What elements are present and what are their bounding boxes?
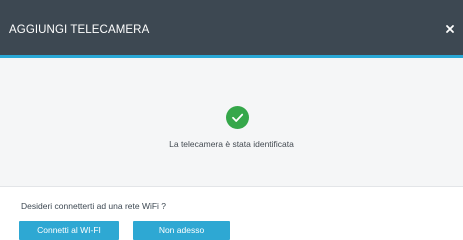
connect-wifi-button[interactable]: Connetti al WI-FI — [19, 221, 119, 240]
close-button[interactable] — [444, 23, 456, 35]
dialog-title: AGGIUNGI TELECAMERA — [9, 24, 150, 36]
close-icon — [446, 25, 454, 33]
check-circle-icon — [226, 106, 249, 129]
wifi-question: Desideri connetterti ad una rete WiFi ? — [21, 201, 167, 211]
identification-panel: La telecamera è stata identificata — [0, 58, 463, 187]
add-camera-dialog: AGGIUNGI TELECAMERA La telecamera è stat… — [0, 0, 463, 240]
dialog-header: AGGIUNGI TELECAMERA — [0, 0, 463, 58]
identified-message: La telecamera è stata identificata — [169, 139, 294, 149]
not-now-button[interactable]: Non adesso — [133, 221, 230, 240]
